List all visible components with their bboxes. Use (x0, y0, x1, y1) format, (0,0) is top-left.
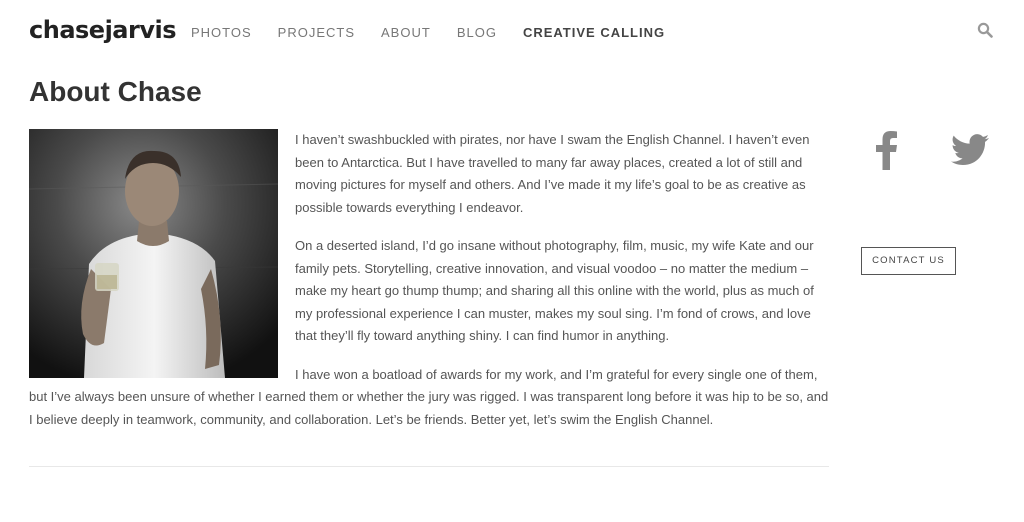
page-title: About Chase (29, 76, 202, 107)
nav-item-projects[interactable]: PROJECTS (278, 24, 355, 42)
about-content: I haven’t swashbuckled with pirates, nor… (29, 129, 829, 447)
site-logo[interactable]: chasejarvis (29, 14, 176, 46)
contact-us-button[interactable]: CONTACT US (861, 247, 956, 275)
nav-item-creative-calling[interactable]: CREATIVE CALLING (523, 24, 665, 42)
page: chasejarvis PHOTOS PROJECTS ABOUT BLOG C… (0, 0, 1024, 522)
main-nav: PHOTOS PROJECTS ABOUT BLOG CREATIVE CALL… (191, 24, 691, 42)
search-icon[interactable] (977, 22, 993, 38)
site-header: chasejarvis PHOTOS PROJECTS ABOUT BLOG C… (0, 0, 1024, 64)
facebook-icon[interactable] (873, 130, 899, 170)
content-divider (29, 466, 829, 467)
twitter-icon[interactable] (951, 134, 989, 166)
nav-item-photos[interactable]: PHOTOS (191, 24, 252, 42)
nav-item-about[interactable]: ABOUT (381, 24, 431, 42)
nav-item-blog[interactable]: BLOG (457, 24, 497, 42)
portrait-photo (29, 129, 278, 378)
social-links (873, 130, 993, 170)
